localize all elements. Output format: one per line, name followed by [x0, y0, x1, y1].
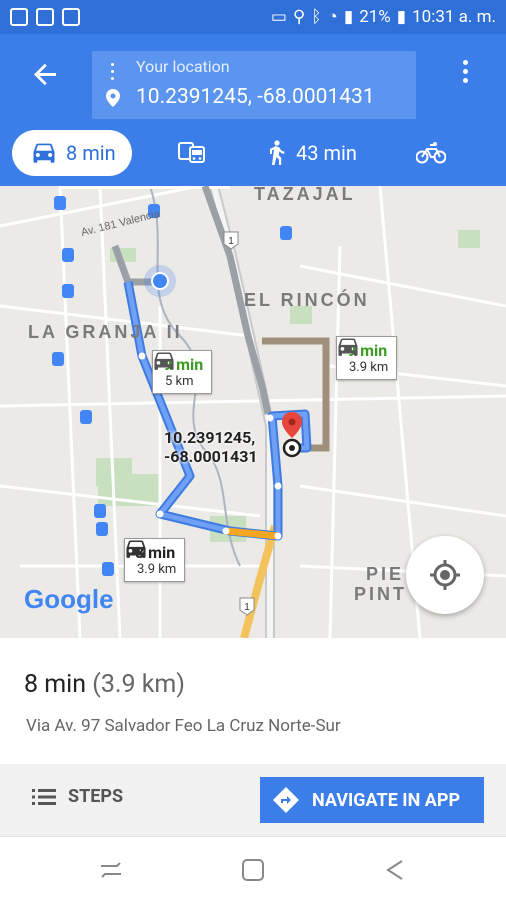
- route-dots-icon: [111, 63, 115, 81]
- google-logo: Google: [24, 584, 114, 615]
- place-label-pie: PIE: [366, 564, 405, 584]
- back-arrow-icon[interactable]: [30, 58, 62, 90]
- callout-distance: 3.9 km: [137, 562, 177, 577]
- google-logo-text: Google: [24, 584, 114, 614]
- shield-label: 1: [244, 602, 250, 613]
- status-notification-icons: [10, 8, 80, 26]
- directions-header: Your location 10.2391245, -68.0001431 8 …: [0, 34, 506, 186]
- route-callout-alt2[interactable]: 9 min 3.9 km: [336, 336, 398, 380]
- status-system-icons: ▭ ⚲ ᛒ ◔ ▮ 21% ▮ 10:31 a. m.: [271, 7, 496, 27]
- summary-distance: (3.9 km): [92, 670, 186, 699]
- place-label-el-rincon: EL RINCÓN: [244, 290, 370, 310]
- tab-transit[interactable]: [178, 130, 216, 176]
- map-view[interactable]: 1 1 Av. 181 Valencia TAZAJAL EL RINCÓN L…: [0, 186, 506, 638]
- place-label-pint: PINT: [354, 584, 408, 604]
- travel-mode-tabs: 8 min 43 min: [0, 130, 506, 176]
- tab-driving-label: 8 min: [66, 141, 116, 165]
- battery-percent: 21%: [359, 7, 391, 27]
- car-icon: [154, 352, 174, 370]
- route-callout-primary[interactable]: 8 min 3.9 km: [124, 538, 186, 582]
- summary-duration: 8 min (3.9 km): [24, 670, 185, 699]
- system-nav-bar: [0, 836, 506, 900]
- recents-icon[interactable]: [98, 857, 124, 883]
- status-bar: ▭ ⚲ ᛒ ◔ ▮ 21% ▮ 10:31 a. m.: [0, 0, 506, 34]
- origin-field[interactable]: Your location: [136, 57, 230, 76]
- summary-via: Via Av. 97 Salvador Feo La Cruz Norte-Su…: [26, 716, 341, 736]
- tab-driving[interactable]: 8 min: [12, 130, 132, 176]
- callout-distance: 5 km: [165, 374, 194, 389]
- steps-button[interactable]: STEPS: [32, 786, 123, 807]
- instagram-icon: [36, 8, 54, 26]
- tab-walking[interactable]: 43 min: [266, 130, 357, 176]
- place-label-la-granja: LA GRANJA II: [28, 322, 183, 342]
- route-inputs[interactable]: Your location 10.2391245, -68.0001431: [92, 51, 416, 119]
- place-label-tazajal: TAZAJAL: [254, 186, 356, 204]
- destination-coordinates: 10.2391245, -68.0001431: [164, 428, 258, 466]
- bluetooth-icon: ᛒ: [311, 7, 322, 27]
- my-location-button[interactable]: [406, 536, 484, 614]
- home-icon[interactable]: [240, 857, 266, 883]
- steps-label: STEPS: [68, 786, 124, 807]
- back-icon[interactable]: [382, 857, 408, 883]
- car-icon: [33, 143, 55, 163]
- route-callout-alt1[interactable]: 9 min 5 km: [152, 350, 213, 394]
- navigate-in-app-button[interactable]: NAVIGATE IN APP: [260, 777, 484, 823]
- destination-pin-icon: [106, 89, 120, 107]
- route-summary[interactable]: 8 min (3.9 km) Via Av. 97 Salvador Feo L…: [0, 638, 506, 764]
- more-options-icon[interactable]: [460, 60, 470, 90]
- destination-lat: 10.2391245,: [164, 428, 256, 447]
- walk-icon: [270, 140, 285, 165]
- navigation-diamond-icon: [273, 787, 299, 813]
- activity-icon: [62, 8, 80, 26]
- callout-distance: 3.9 km: [349, 360, 389, 375]
- battery-icon: ▮: [396, 7, 407, 27]
- notification-icon: [10, 8, 28, 26]
- transit-icon: [178, 142, 205, 163]
- route-actions: STEPS NAVIGATE IN APP: [0, 764, 506, 836]
- clock: 10:31 a. m.: [412, 7, 496, 27]
- crosshair-icon: [430, 560, 460, 590]
- car-icon: [126, 540, 146, 558]
- destination-lng: -68.0001431: [164, 447, 258, 466]
- shield-label: 1: [228, 236, 234, 247]
- navigate-label: NAVIGATE IN APP: [312, 789, 461, 811]
- bike-icon: [416, 142, 446, 164]
- cast-icon: ▭: [270, 7, 287, 27]
- list-icon: [32, 788, 56, 805]
- road-label: Av. 181 Valencia: [80, 208, 162, 239]
- tab-cycling[interactable]: [416, 130, 456, 176]
- destination-field[interactable]: 10.2391245, -68.0001431: [136, 85, 375, 109]
- signal-icon: ▮: [343, 7, 354, 27]
- location-icon: ⚲: [292, 7, 306, 27]
- tab-walking-label: 43 min: [296, 141, 357, 165]
- summary-time: 8 min: [24, 670, 87, 699]
- wifi-icon: ◔: [327, 7, 338, 27]
- car-icon: [338, 338, 358, 356]
